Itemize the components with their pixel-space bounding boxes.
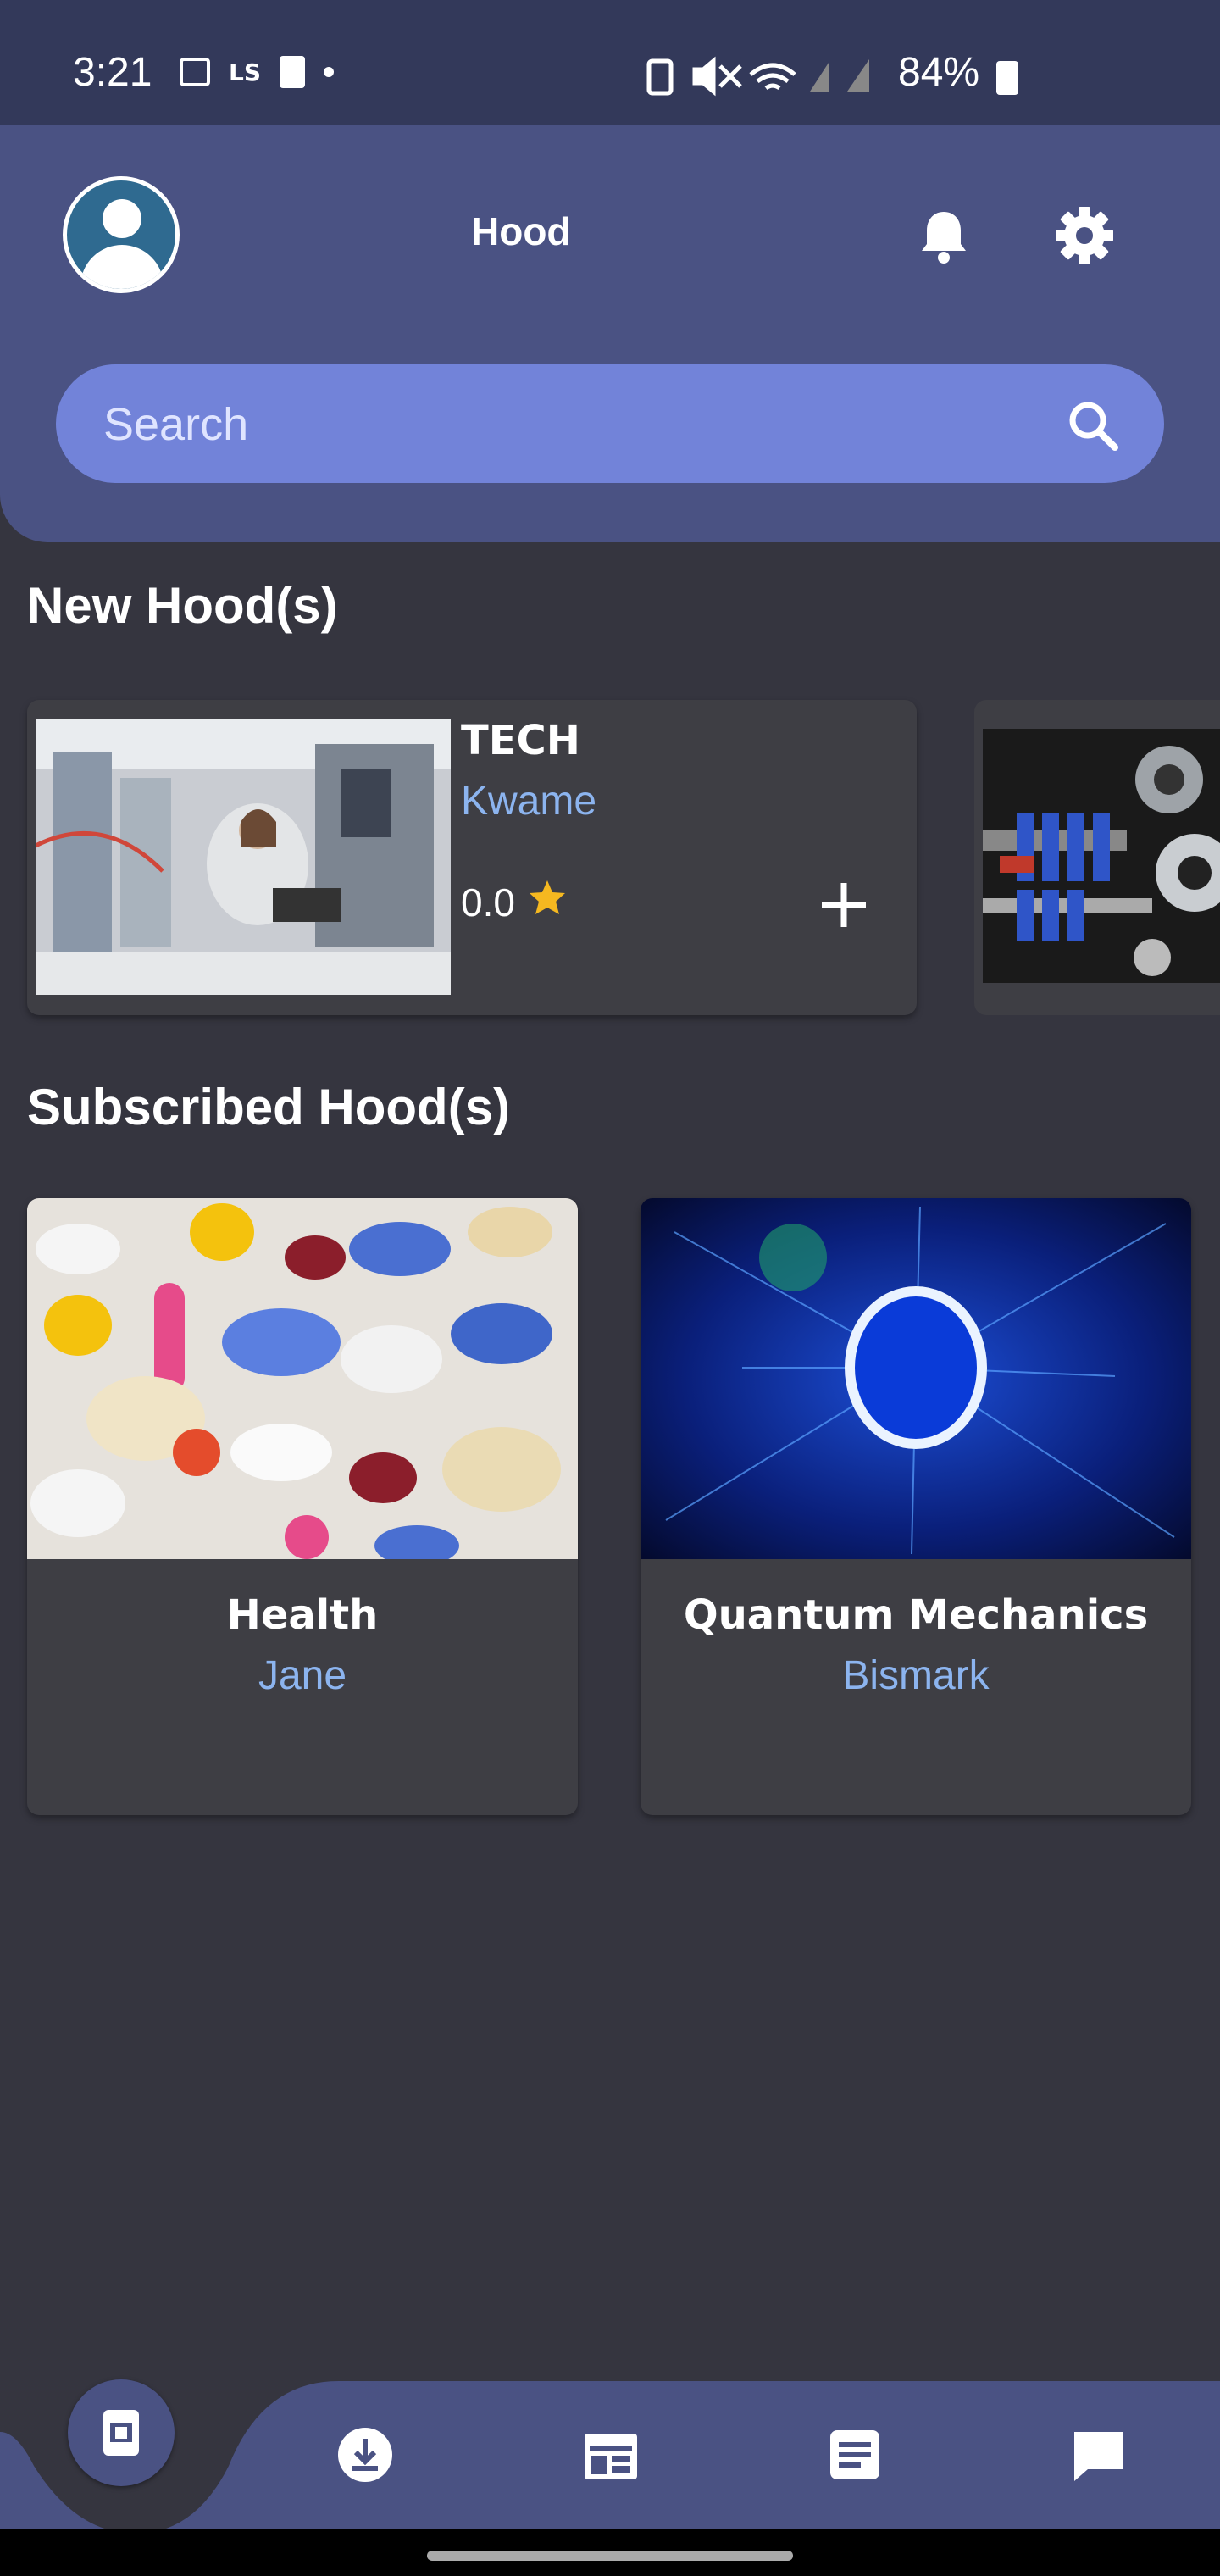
status-time: 3:21	[73, 50, 152, 95]
download-icon[interactable]	[336, 2425, 395, 2484]
signal-icon-2	[847, 59, 869, 92]
gear-icon[interactable]	[1054, 205, 1115, 266]
calendar-icon[interactable]	[581, 2427, 640, 2486]
new-hood-card[interactable]	[974, 700, 1220, 1015]
hood-author[interactable]: Bismark	[640, 1652, 1191, 1699]
subscribed-hood-card[interactable]: Quantum Mechanics Bismark	[640, 1198, 1191, 1815]
subscribed-hood-card[interactable]: Health Jane	[27, 1198, 578, 1815]
star-icon	[530, 880, 565, 914]
hood-title: Quantum Mechanics	[683, 1591, 1149, 1639]
battery-saver-icon	[646, 58, 674, 96]
hood-thumbnail-quantum	[640, 1198, 1191, 1559]
mute-icon	[692, 56, 742, 97]
chat-icon[interactable]	[1069, 2427, 1128, 2486]
bell-icon[interactable]	[918, 207, 969, 266]
hood-rating: 0.0	[461, 880, 515, 924]
search-icon[interactable]	[1066, 398, 1120, 452]
nav-home-button[interactable]	[68, 2379, 175, 2486]
search-input[interactable]	[102, 364, 1037, 485]
page-title: Hood	[471, 209, 571, 253]
status-notification-icons: LS	[180, 56, 335, 88]
subscribe-add-icon[interactable]	[815, 876, 873, 934]
battery-percent: 84%	[898, 50, 980, 95]
hood-title: TECH	[461, 717, 580, 764]
carrier-notification-icon: LS	[229, 58, 262, 86]
home-gesture-bar[interactable]	[427, 2551, 793, 2561]
avatar[interactable]	[63, 176, 180, 293]
new-hoods-heading: New Hood(s)	[27, 577, 338, 634]
hood-author[interactable]: Jane	[27, 1652, 578, 1699]
signal-icon-1	[810, 63, 829, 92]
search-bar[interactable]	[56, 364, 1164, 485]
battery-icon	[996, 61, 1018, 95]
wifi-icon	[749, 63, 796, 91]
home-icon	[103, 2410, 139, 2456]
new-hood-card[interactable]: TECH Kwame 0.0	[27, 700, 917, 1015]
gallery-notification-icon	[180, 58, 210, 86]
hood-thumbnail-engine	[983, 729, 1220, 983]
hood-author[interactable]: Kwame	[461, 778, 596, 824]
system-status-icons	[646, 56, 869, 97]
app-notification-icon	[280, 56, 306, 88]
notes-icon[interactable]	[825, 2425, 884, 2484]
status-bar: 3:21 LS 84%	[0, 0, 1220, 125]
subscribed-hoods-heading: Subscribed Hood(s)	[27, 1079, 511, 1135]
hood-thumbnail-health	[27, 1198, 578, 1559]
hood-title: Health	[226, 1591, 379, 1639]
more-notifications-dot-icon	[324, 67, 335, 77]
hood-thumbnail-tech	[36, 719, 451, 995]
